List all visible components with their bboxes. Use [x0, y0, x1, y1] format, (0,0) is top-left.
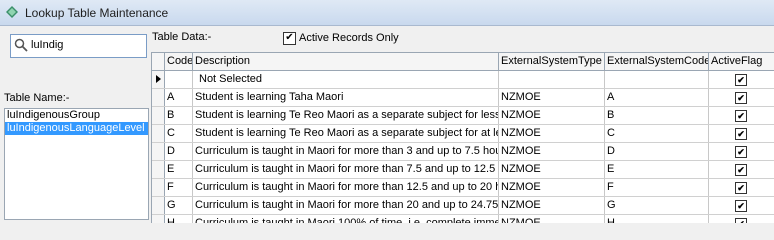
table-row[interactable]: C Student is learning Te Reo Maori as a s… — [152, 125, 774, 143]
table-row[interactable]: H Curriculum is taught in Maori 100% of t… — [152, 215, 774, 223]
row-indicator[interactable] — [152, 179, 165, 196]
active-flag-checkbox[interactable]: ✔ — [735, 74, 747, 86]
cell-code[interactable]: G — [165, 197, 193, 214]
table-name-label: Table Name:- — [4, 92, 70, 104]
current-row-arrow-icon — [156, 75, 161, 83]
table-row[interactable]: F Curriculum is taught in Maori for more … — [152, 179, 774, 197]
cell-description[interactable]: Student is learning Taha Maori — [193, 89, 499, 106]
active-flag-checkbox[interactable]: ✔ — [735, 110, 747, 122]
cell-active-flag[interactable]: ✔ — [709, 197, 774, 214]
active-flag-checkbox[interactable]: ✔ — [735, 182, 747, 194]
cell-ext-type[interactable]: NZMOE — [499, 179, 605, 196]
active-flag-checkbox[interactable]: ✔ — [735, 146, 747, 158]
cell-code[interactable]: A — [165, 89, 193, 106]
table-row[interactable]: G Curriculum is taught in Maori for more … — [152, 197, 774, 215]
cell-ext-code[interactable]: F — [605, 179, 709, 196]
cell-code[interactable]: C — [165, 125, 193, 142]
table-row[interactable]: D Curriculum is taught in Maori for more … — [152, 143, 774, 161]
cell-active-flag[interactable]: ✔ — [709, 71, 774, 88]
column-header[interactable]: ExternalSystemCode — [605, 53, 709, 70]
cell-description[interactable]: Curriculum is taught in Maori for more t… — [193, 161, 499, 178]
table-row[interactable]: A Student is learning Taha Maori NZMOE A ✔ — [152, 89, 774, 107]
active-records-checkbox[interactable]: ✔ — [283, 32, 296, 45]
cell-ext-type[interactable]: NZMOE — [499, 143, 605, 160]
cell-active-flag[interactable]: ✔ — [709, 125, 774, 142]
cell-ext-type[interactable]: NZMOE — [499, 197, 605, 214]
search-input[interactable] — [31, 37, 141, 53]
search-box[interactable] — [10, 34, 147, 58]
data-grid[interactable]: Code Description ExternalSystemType Externa… — [151, 52, 774, 223]
cell-code[interactable] — [165, 71, 193, 88]
table-list[interactable]: luIndigenousGroup luIndigenousLanguageLev… — [4, 108, 149, 220]
active-flag-checkbox[interactable]: ✔ — [735, 218, 747, 223]
active-records-label: Active Records Only — [299, 32, 399, 44]
cell-ext-type[interactable] — [499, 71, 605, 88]
cell-ext-type[interactable]: NZMOE — [499, 107, 605, 124]
cell-active-flag[interactable]: ✔ — [709, 107, 774, 124]
cell-active-flag[interactable]: ✔ — [709, 143, 774, 160]
active-flag-checkbox[interactable]: ✔ — [735, 164, 747, 176]
cell-ext-type[interactable]: NZMOE — [499, 161, 605, 178]
cell-code[interactable]: H — [165, 215, 193, 223]
cell-ext-code[interactable] — [605, 71, 709, 88]
cell-description[interactable]: Student is learning Te Reo Maori as a se… — [193, 107, 499, 124]
active-flag-checkbox[interactable]: ✔ — [735, 128, 747, 140]
cell-code[interactable]: D — [165, 143, 193, 160]
column-header[interactable]: Code — [165, 53, 193, 70]
cell-ext-code[interactable]: D — [605, 143, 709, 160]
header-indicator — [152, 53, 165, 70]
row-indicator[interactable] — [152, 143, 165, 160]
row-indicator[interactable] — [152, 71, 165, 88]
cell-ext-code[interactable]: A — [605, 89, 709, 106]
table-row[interactable]: E Curriculum is taught in Maori for more … — [152, 161, 774, 179]
search-icon — [14, 38, 28, 52]
row-indicator[interactable] — [152, 161, 165, 178]
window-title: Lookup Table Maintenance — [25, 6, 169, 20]
app-icon — [6, 6, 18, 18]
cell-active-flag[interactable]: ✔ — [709, 89, 774, 106]
cell-ext-code[interactable]: E — [605, 161, 709, 178]
column-header[interactable]: ExternalSystemType — [499, 53, 605, 70]
row-indicator[interactable] — [152, 197, 165, 214]
cell-description[interactable]: Not Selected — [193, 71, 499, 88]
cell-active-flag[interactable]: ✔ — [709, 215, 774, 223]
active-flag-checkbox[interactable]: ✔ — [735, 200, 747, 212]
cell-ext-code[interactable]: B — [605, 107, 709, 124]
column-header[interactable]: ActiveFlag — [709, 53, 774, 70]
cell-ext-code[interactable]: G — [605, 197, 709, 214]
title-bar: Lookup Table Maintenance — [0, 0, 774, 26]
cell-code[interactable]: E — [165, 161, 193, 178]
cell-ext-type[interactable]: NZMOE — [499, 125, 605, 142]
cell-code[interactable]: B — [165, 107, 193, 124]
row-indicator[interactable] — [152, 215, 165, 223]
table-list-item[interactable]: luIndigenousGroup — [5, 109, 148, 122]
cell-ext-type[interactable]: NZMOE — [499, 215, 605, 223]
cell-ext-code[interactable]: C — [605, 125, 709, 142]
cell-ext-type[interactable]: NZMOE — [499, 89, 605, 106]
table-data-label: Table Data:- — [152, 31, 212, 43]
active-flag-checkbox[interactable]: ✔ — [735, 92, 747, 104]
table-row[interactable]: Not Selected ✔ — [152, 71, 774, 89]
cell-description[interactable]: Curriculum is taught in Maori 100% of ti… — [193, 215, 499, 223]
cell-description[interactable]: Student is learning Te Reo Maori as a se… — [193, 125, 499, 142]
grid-header: Code Description ExternalSystemType Externa… — [152, 53, 774, 71]
cell-active-flag[interactable]: ✔ — [709, 161, 774, 178]
row-indicator[interactable] — [152, 125, 165, 142]
cell-active-flag[interactable]: ✔ — [709, 179, 774, 196]
column-header[interactable]: Description — [193, 53, 499, 70]
cell-description[interactable]: Curriculum is taught in Maori for more t… — [193, 197, 499, 214]
row-indicator[interactable] — [152, 107, 165, 124]
table-list-item[interactable]: luIndigenousLanguageLevel — [5, 122, 148, 135]
cell-description[interactable]: Curriculum is taught in Maori for more t… — [193, 179, 499, 196]
cell-description[interactable]: Curriculum is taught in Maori for more t… — [193, 143, 499, 160]
table-row[interactable]: B Student is learning Te Reo Maori as a s… — [152, 107, 774, 125]
cell-code[interactable]: F — [165, 179, 193, 196]
cell-ext-code[interactable]: H — [605, 215, 709, 223]
row-indicator[interactable] — [152, 89, 165, 106]
